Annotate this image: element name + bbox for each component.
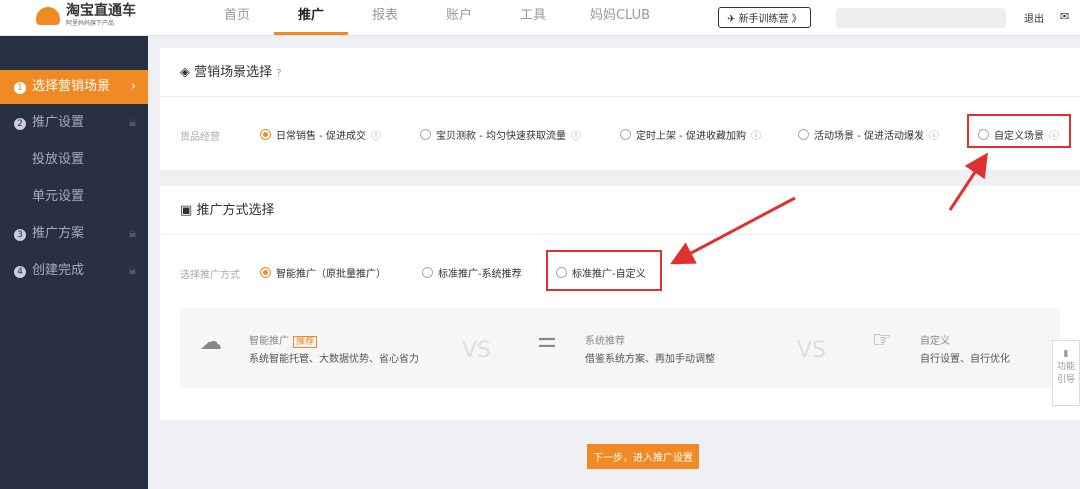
vs-text: VS — [462, 338, 492, 363]
system-title: 系统推荐 — [585, 336, 625, 347]
sliders-icon: ⚌ — [537, 328, 557, 353]
feature-guide-button[interactable]: ▮ 功能引导 — [1052, 340, 1080, 406]
comparison-panel — [180, 308, 1060, 388]
custom-desc: 自行设置、自行优化 — [920, 354, 1010, 365]
recommend-badge: 推荐 — [293, 336, 318, 348]
book-icon: ▮ — [1063, 349, 1069, 359]
smart-desc: 系统智能托管、大数据优势、省心省力 — [249, 354, 419, 365]
annotation-arrows — [670, 152, 988, 265]
next-step-button[interactable]: 下一步，进入推广设置 — [587, 444, 699, 469]
system-desc: 借鉴系统方案、再加手动调整 — [585, 354, 715, 365]
smart-title-text: 智能推广 — [249, 336, 289, 347]
guide-label: 功能引导 — [1056, 362, 1075, 385]
smart-title: 智能推广 推荐 — [249, 332, 318, 348]
custom-title: 自定义 — [920, 336, 950, 347]
vs-text: VS — [797, 338, 827, 363]
cloud-icon: ☁ — [200, 330, 222, 355]
hand-icon: ☞ — [872, 328, 892, 353]
